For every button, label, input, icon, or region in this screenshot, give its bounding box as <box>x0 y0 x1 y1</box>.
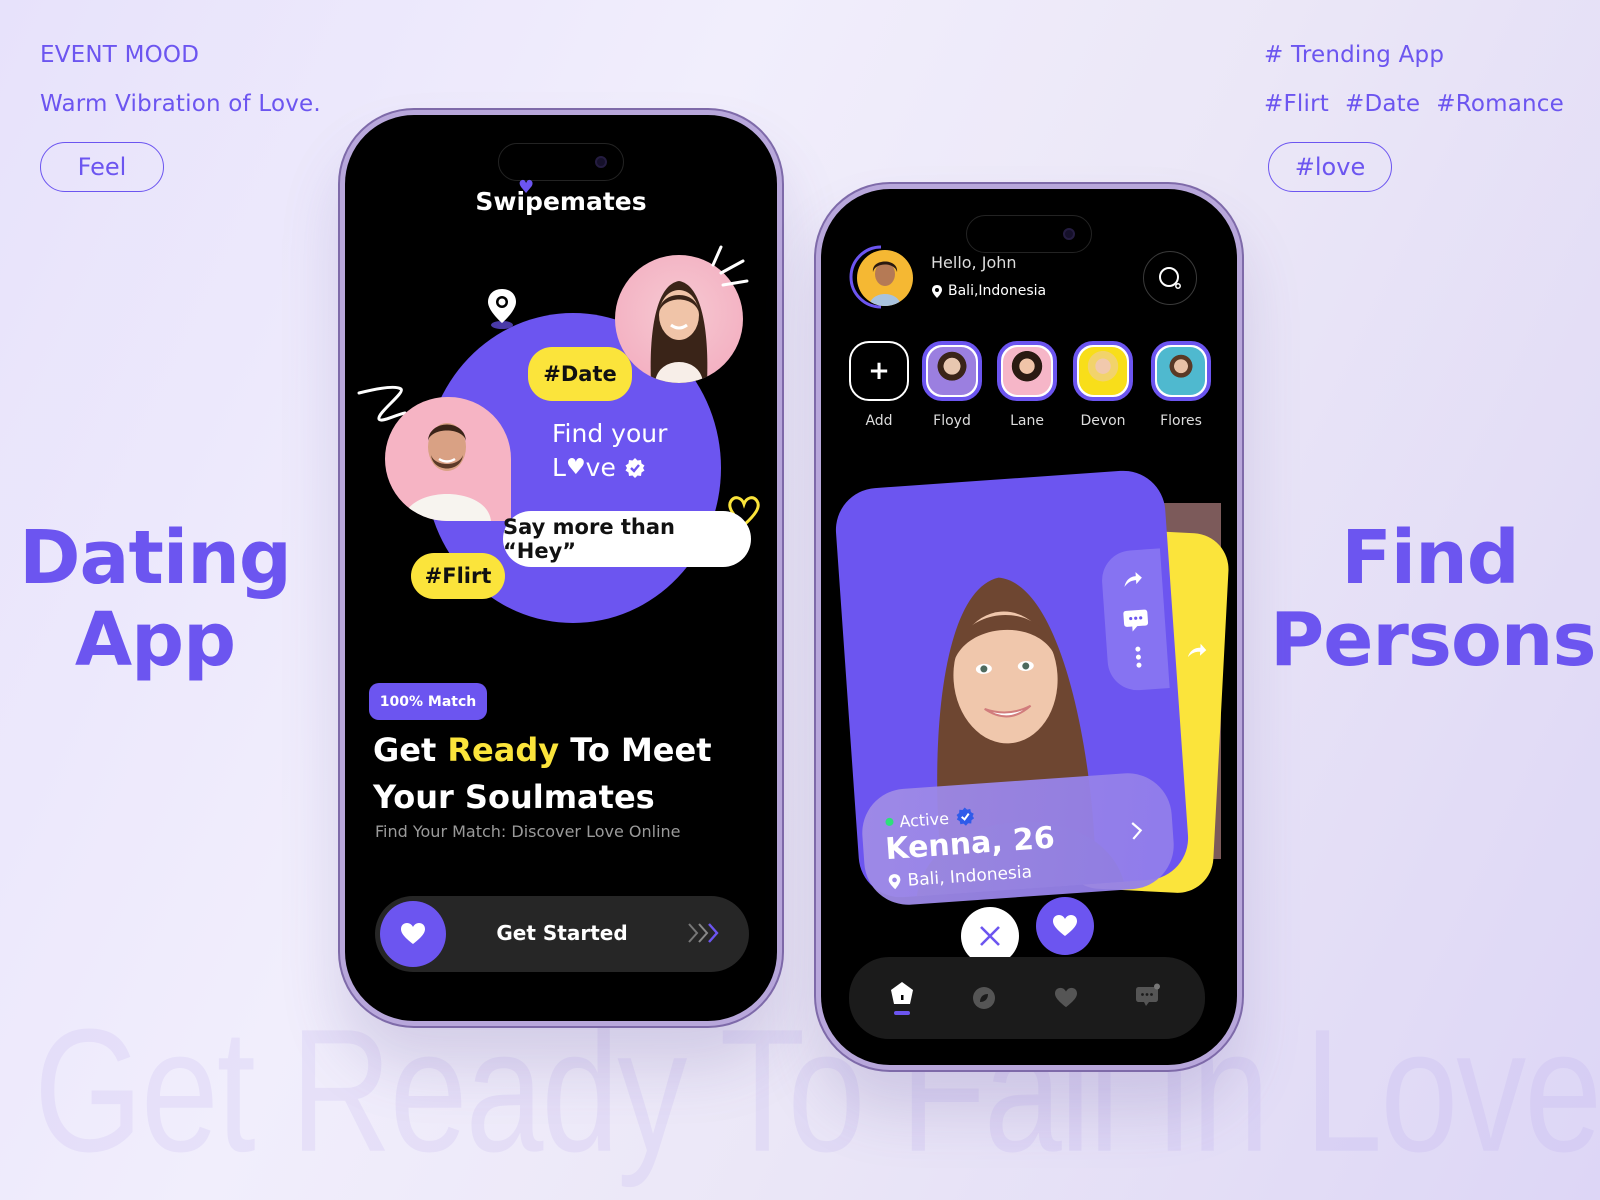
story-photo <box>1003 347 1051 395</box>
story-item[interactable]: Lane <box>997 341 1057 429</box>
hashtag[interactable]: #Romance <box>1436 91 1564 117</box>
nav-messages[interactable] <box>1133 981 1163 1011</box>
sparkle-lines-icon <box>711 245 749 287</box>
heart-o-icon: ♥ <box>565 455 586 480</box>
onboarding-phone: ♥ Swipemates #Date Find your L ♥ ve Say … <box>340 110 782 1026</box>
headline-line-2: Your Soulmates <box>373 778 655 816</box>
love-letters-ve: ve <box>585 453 616 482</box>
home-icon <box>891 982 913 1004</box>
love-letter-l: L <box>552 453 566 482</box>
story-item[interactable]: Floyd <box>922 341 982 429</box>
share-icon <box>1187 643 1207 658</box>
location-pin-icon <box>488 289 516 329</box>
location-pin-icon <box>888 874 901 890</box>
heart-icon <box>1055 987 1077 1008</box>
dynamic-island <box>966 215 1092 253</box>
compass-icon <box>973 987 995 1009</box>
nav-favorites[interactable] <box>1051 983 1081 1013</box>
verified-badge-icon <box>956 807 974 826</box>
hashtag[interactable]: #Flirt <box>1264 91 1329 117</box>
discover-phone: Hello, John Bali,Indonesia + Add Floyd L… <box>816 184 1242 1070</box>
feel-pill-button[interactable]: Feel <box>40 142 164 192</box>
find-persons-title: Find Persons <box>1270 515 1597 683</box>
user-avatar[interactable] <box>857 250 913 306</box>
story-item[interactable]: Flores <box>1151 341 1211 429</box>
profile-location: Bali, Indonesia <box>887 862 1033 892</box>
like-button[interactable] <box>1036 897 1094 955</box>
active-indicator <box>894 1011 910 1015</box>
headline-line-1: Get Ready To Meet <box>373 727 773 774</box>
flirt-tag[interactable]: #Flirt <box>411 553 505 599</box>
find-your-love-text: Find your L ♥ ve <box>552 417 667 485</box>
title-line: App <box>74 597 236 683</box>
story-avatar[interactable] <box>1073 341 1133 401</box>
find-line: Find your <box>552 419 668 448</box>
profile-info-card[interactable]: Active Kenna, 26 Bali, Indonesia <box>859 770 1177 908</box>
story-label: Lane <box>1010 413 1044 429</box>
online-dot-icon <box>885 817 894 827</box>
get-started-slider[interactable]: Get Started <box>375 896 749 972</box>
story-label: Flores <box>1160 413 1202 429</box>
love-pill-button[interactable]: #love <box>1268 142 1392 192</box>
search-button[interactable] <box>1143 251 1197 305</box>
story-photo <box>1079 347 1127 395</box>
man-avatar <box>385 397 511 521</box>
user-location: Bali,Indonesia <box>931 283 1046 299</box>
headline-text: Get <box>373 731 448 769</box>
headline: Get Ready To Meet Your Soulmates <box>373 727 773 821</box>
verified-badge-icon <box>625 458 645 478</box>
headline-highlight: Ready <box>447 731 560 769</box>
say-more-bubble: Say more than “Hey” <box>503 511 751 567</box>
hashtag-list: #Flirt #Date #Romance <box>1264 91 1564 117</box>
chat-notification-icon <box>1136 983 1160 1006</box>
tagline: Warm Vibration of Love. <box>40 91 321 117</box>
story-avatar[interactable] <box>997 341 1057 401</box>
story-label: Floyd <box>933 413 971 429</box>
nav-home[interactable] <box>887 981 917 1015</box>
story-add[interactable]: + Add <box>849 341 909 429</box>
dating-app-title: Dating App <box>10 517 300 681</box>
next-card-actions <box>1186 641 1209 664</box>
close-icon <box>980 926 1000 946</box>
title-line: Dating <box>19 515 292 601</box>
chevron-right-icon[interactable] <box>1130 820 1143 841</box>
date-tag[interactable]: #Date <box>528 347 632 401</box>
story-label: Devon <box>1080 413 1126 429</box>
location-text: Bali,Indonesia <box>948 283 1047 299</box>
find-line-2: L ♥ ve <box>552 451 667 485</box>
eyebrow-label: EVENT MOOD <box>40 42 200 68</box>
story-label: Add <box>865 413 893 429</box>
story-photo <box>1157 347 1205 395</box>
dynamic-island <box>498 143 624 181</box>
match-badge: 100% Match <box>369 683 487 720</box>
trending-label: # Trending App <box>1264 42 1445 68</box>
background-watermark: Get Ready To Fall In Love <box>34 992 1600 1189</box>
brand-logo: Swipemates <box>475 187 647 216</box>
headline-text: To Meet <box>559 731 712 769</box>
story-item[interactable]: Devon <box>1073 341 1133 429</box>
search-icon <box>1159 267 1181 289</box>
camera-icon <box>1063 228 1075 240</box>
title-line: Find <box>1341 515 1520 601</box>
add-story-button[interactable]: + <box>849 341 909 401</box>
subline: Find Your Match: Discover Love Online <box>375 822 681 841</box>
triple-chevron-right-icon <box>688 923 719 943</box>
share-icon[interactable] <box>1121 570 1144 589</box>
heart-icon <box>1053 915 1077 936</box>
title-line: Persons <box>1270 597 1597 683</box>
nav-explore[interactable] <box>969 983 999 1013</box>
story-photo <box>928 347 976 395</box>
bottom-navigation <box>849 957 1205 1039</box>
location-text: Bali, Indonesia <box>906 862 1033 891</box>
greeting-text: Hello, John <box>931 253 1017 272</box>
story-avatar[interactable] <box>1151 341 1211 401</box>
camera-icon <box>595 156 607 168</box>
hashtag[interactable]: #Date <box>1345 91 1420 117</box>
chat-icon[interactable] <box>1122 607 1150 633</box>
story-avatar[interactable] <box>922 341 982 401</box>
location-pin-icon <box>932 284 942 298</box>
